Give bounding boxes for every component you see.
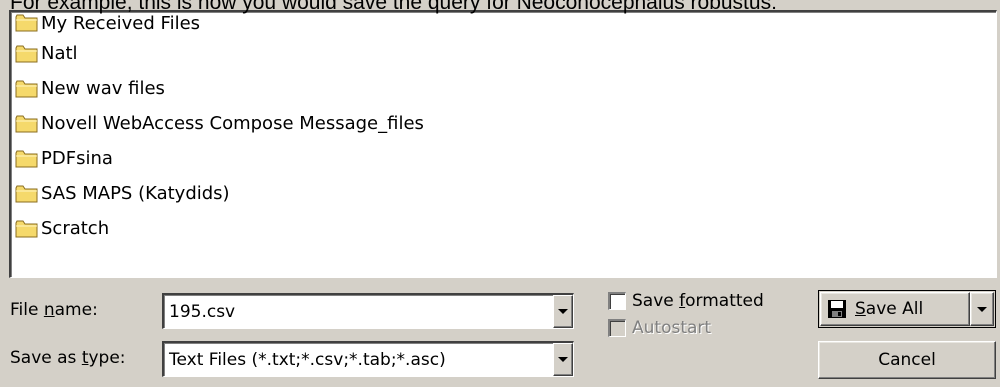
save-formatted-option[interactable]: Save formatted: [608, 291, 764, 311]
folder-icon: [15, 80, 38, 97]
folder-name: Scratch: [41, 218, 110, 239]
save-type-dropdown-button[interactable]: [553, 343, 573, 376]
folder-item[interactable]: SAS MAPS (Katydids): [11, 176, 996, 211]
folder-name: My Received Files: [41, 12, 201, 34]
autostart-checkbox: [608, 319, 626, 337]
save-type-select[interactable]: Text Files (*.txt;*.csv;*.tab;*.asc): [164, 350, 553, 370]
save-type-label: Save as type:: [10, 348, 126, 368]
save-formatted-label: Save formatted: [632, 291, 764, 311]
folder-icon: [15, 45, 38, 62]
save-formatted-checkbox[interactable]: [608, 292, 626, 310]
chevron-down-icon: [558, 357, 568, 362]
file-name-dropdown-button[interactable]: [553, 295, 573, 328]
instruction-caption: For example, this is how you would save …: [10, 0, 777, 14]
folder-item[interactable]: Novell WebAccess Compose Message_files: [11, 106, 996, 141]
floppy-disk-icon: [828, 300, 846, 318]
folder-icon: [15, 14, 38, 32]
save-all-label: Save All: [855, 299, 924, 319]
folder-name: SAS MAPS (Katydids): [41, 183, 230, 204]
file-name-input[interactable]: 195.csv: [164, 302, 553, 322]
folder-name: Novell WebAccess Compose Message_files: [41, 113, 424, 134]
folder-icon: [15, 220, 38, 237]
folder-list-view[interactable]: My Received Files Natl New wav files Novell…: [9, 10, 997, 278]
chevron-down-icon: [977, 306, 987, 312]
save-dialog: My Received Files Natl New wav files Novell…: [0, 0, 1000, 387]
folder-item[interactable]: PDFsina: [11, 141, 996, 176]
cancel-button[interactable]: Cancel: [818, 341, 996, 379]
folder-item[interactable]: Natl: [11, 36, 996, 71]
folder-list: My Received Files Natl New wav files Novell…: [11, 12, 996, 246]
save-type-combo[interactable]: Text Files (*.txt;*.csv;*.tab;*.asc): [162, 341, 574, 377]
folder-icon: [15, 185, 38, 202]
file-name-label: File name:: [10, 300, 98, 320]
folder-icon: [15, 115, 38, 132]
save-all-split-button[interactable]: [970, 292, 994, 326]
folder-item[interactable]: Scratch: [11, 211, 996, 246]
file-name-combo[interactable]: 195.csv: [162, 293, 574, 329]
chevron-down-icon: [558, 309, 568, 314]
save-all-button[interactable]: Save All: [820, 292, 970, 326]
folder-name: Natl: [41, 43, 78, 64]
folder-item[interactable]: New wav files: [11, 71, 996, 106]
folder-name: New wav files: [41, 78, 165, 99]
folder-name: PDFsina: [41, 148, 113, 169]
folder-icon: [15, 150, 38, 167]
autostart-label: Autostart: [632, 318, 712, 338]
autostart-option: Autostart: [608, 318, 711, 338]
